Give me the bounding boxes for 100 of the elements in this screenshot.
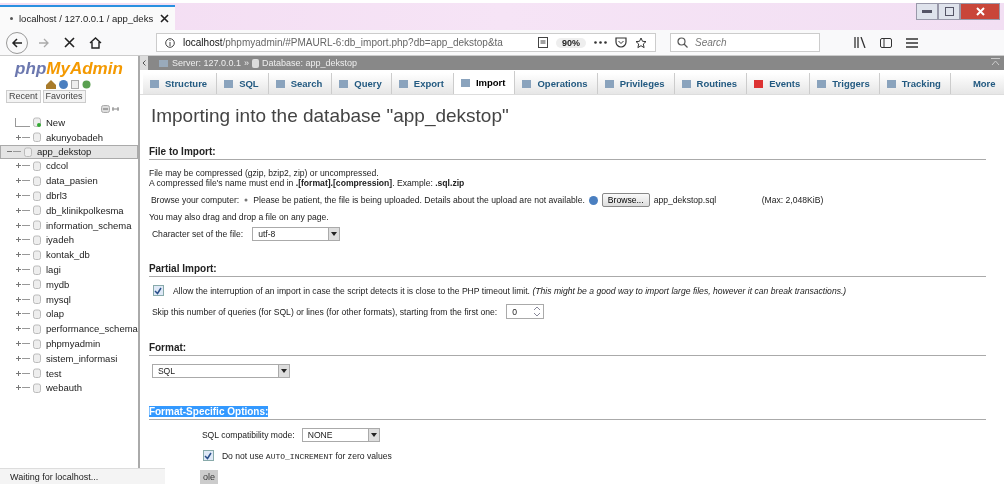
database-tree-item[interactable]: cdcol (0, 158, 138, 174)
file-name: app_dekstop.sql (653, 195, 718, 205)
menu-tab[interactable]: Triggers (810, 73, 880, 94)
database-tree-item[interactable]: data_pasien (0, 173, 138, 189)
menu-tab[interactable]: Export (391, 73, 454, 94)
menu-icon[interactable] (906, 37, 918, 48)
minimize-icon[interactable] (916, 3, 938, 20)
database-tree-item[interactable]: dbrl3 (0, 188, 138, 203)
menu-tab[interactable]: More (950, 73, 1004, 94)
address-bar[interactable]: localhost/phpmyadmin/#PMAURL-6:db_import.php?db=app_dekstop&ta 90% (156, 33, 656, 52)
database-icon (33, 132, 41, 143)
charset-select[interactable]: utf-8 (252, 227, 341, 241)
database-icon (33, 117, 41, 128)
library-icon[interactable] (854, 37, 866, 48)
browse-button[interactable]: Browse... (601, 193, 650, 207)
database-tree-item[interactable]: sistem_informasi (0, 350, 138, 366)
compat-label: SQL compatibility mode: (201, 430, 295, 440)
database-icon (33, 234, 41, 245)
tree-line-icon (15, 117, 31, 127)
number-field[interactable]: 0 (506, 304, 545, 319)
spinner-arrows-icon[interactable] (533, 306, 542, 317)
database-icon (24, 146, 32, 157)
expander-icon[interactable] (15, 235, 31, 245)
sidebar-icon[interactable] (880, 37, 892, 48)
expander-icon[interactable] (15, 132, 31, 142)
drag-drop-note: You may also drag and drop a file on any page. (148, 212, 330, 222)
star-icon[interactable] (635, 36, 647, 49)
format-select[interactable]: SQL (151, 364, 290, 378)
pocket-icon[interactable] (615, 37, 627, 48)
database-icon (33, 190, 41, 201)
sidebar-tab-button[interactable]: Recent (6, 90, 41, 103)
database-tree-item[interactable]: mysql (0, 291, 138, 307)
database-tree-item[interactable]: lagi (0, 262, 138, 277)
expander-icon[interactable] (15, 339, 31, 349)
database-tree-item[interactable]: webauth (0, 380, 138, 396)
expander-icon[interactable] (15, 324, 31, 334)
expander-icon[interactable] (15, 309, 31, 319)
menu-tab[interactable]: Tracking (879, 73, 951, 94)
database-tree-item[interactable]: performance_schema (0, 321, 138, 337)
zoom-level[interactable]: 90% (556, 37, 586, 48)
menu-tab[interactable]: Privileges (597, 73, 675, 94)
database-tree-item[interactable]: iyadeh (0, 232, 138, 248)
menu-tab[interactable]: Routines (674, 73, 748, 94)
collapse-icon[interactable] (100, 105, 110, 113)
console-tab[interactable]: ole (200, 470, 218, 484)
database-icon (33, 294, 41, 305)
expander-icon[interactable] (15, 176, 31, 186)
section-title: File to Import: (148, 146, 986, 160)
database-tree-item[interactable]: olap (0, 306, 138, 322)
section-title: Format: (148, 342, 986, 356)
search-icon (677, 37, 688, 48)
database-icon (33, 382, 41, 393)
expander-icon[interactable] (15, 294, 31, 304)
menu-tab[interactable]: Query (332, 73, 392, 94)
search-field[interactable]: Search (670, 33, 820, 52)
database-icon (33, 161, 41, 171)
database-tree-item[interactable]: db_klinikpolkesma (0, 203, 138, 218)
database-tree-item[interactable]: mydb (0, 276, 138, 292)
stop-icon[interactable] (64, 37, 75, 48)
menu-tab[interactable]: Events (747, 73, 811, 94)
link-icon[interactable] (110, 105, 120, 113)
phpmyadmin-logo[interactable]: phpMyAdmin (0, 60, 138, 78)
menu-tab[interactable]: SQL (217, 73, 269, 94)
expander-icon[interactable] (15, 353, 31, 363)
close-icon[interactable] (160, 14, 169, 23)
database-tree-item[interactable]: phpmyadmin (0, 336, 138, 351)
expander-icon[interactable] (15, 191, 31, 201)
database-icon (33, 264, 41, 275)
breadcrumb-separator: » (243, 58, 249, 68)
page-heading: Importing into the database "app_dekstop" (150, 105, 510, 127)
database-tree-item[interactable]: New (0, 115, 138, 130)
document-icon[interactable] (71, 80, 80, 89)
database-tree-item[interactable]: akunyobadeh (0, 129, 138, 145)
expander-icon[interactable] (15, 161, 31, 171)
sidebar-tab-button[interactable]: Favorites (42, 90, 86, 103)
menu-tab[interactable]: Search (268, 73, 333, 94)
restore-icon[interactable] (938, 3, 960, 20)
database-tree-item[interactable]: kontak_db (0, 247, 138, 263)
menu-tab[interactable]: Structure (142, 73, 218, 94)
skip-label: Skip this number of queries (for SQL) or lines (for other formats), starting from the first one: (151, 306, 498, 317)
checkbox[interactable] (152, 285, 164, 296)
expander-icon[interactable] (15, 220, 31, 230)
database-icon (33, 249, 41, 260)
expander-icon[interactable] (15, 205, 31, 215)
reader-icon[interactable] (538, 37, 548, 48)
browser-tab[interactable]: localhost / 127.0.0.1 / app_deks (0, 5, 175, 30)
database-tree-item[interactable]: information_schema (0, 217, 138, 233)
expander-icon[interactable] (15, 250, 31, 260)
expander-icon[interactable] (15, 279, 31, 289)
more-icon[interactable] (594, 41, 607, 44)
database-tree-item[interactable]: app_dekstop (0, 144, 138, 159)
expander-icon[interactable] (15, 383, 31, 393)
status-bar: Waiting for localhost... (0, 468, 165, 484)
expander-icon[interactable] (15, 368, 31, 378)
menu-tab[interactable]: Operations (515, 73, 598, 94)
expander-icon[interactable] (15, 265, 31, 275)
database-tree-item[interactable]: test (0, 365, 138, 381)
compat-select[interactable]: NONE (301, 428, 380, 442)
checkbox[interactable] (202, 450, 214, 461)
home-icon[interactable] (89, 36, 102, 49)
